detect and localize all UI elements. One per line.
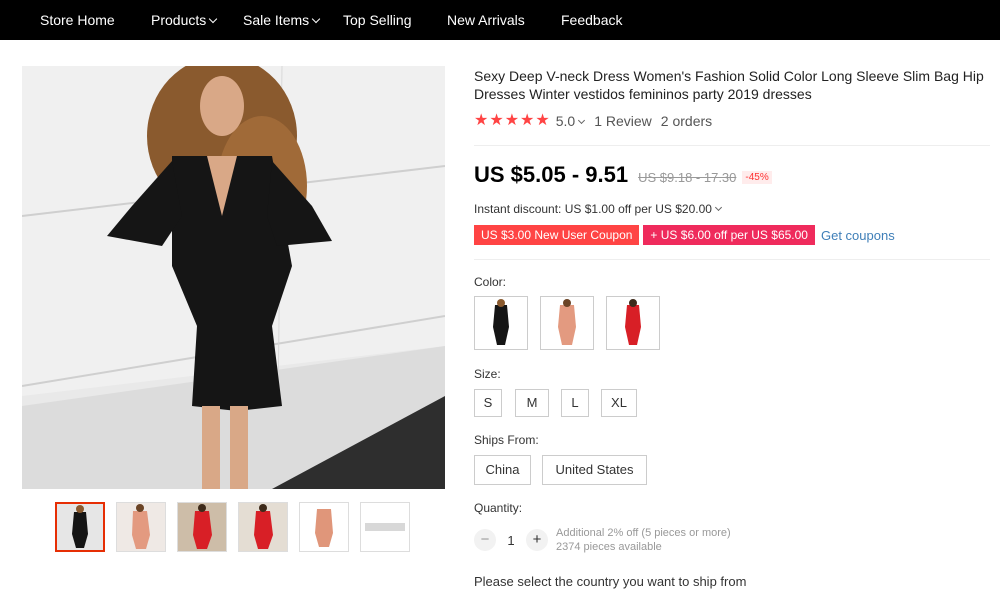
- size-label: Size:: [474, 367, 501, 381]
- quantity-decrease-button[interactable]: −: [474, 529, 496, 551]
- star-icon: ★: [535, 112, 550, 129]
- color-option-black[interactable]: [474, 296, 528, 350]
- nav-feedback[interactable]: Feedback: [561, 12, 622, 28]
- top-nav: Store Home Products Sale Items Top Selli…: [0, 0, 1000, 40]
- rating-value[interactable]: 5.0: [555, 113, 586, 129]
- nav-sale-items-label: Sale Items: [243, 12, 310, 28]
- nav-products-label: Products: [151, 12, 207, 28]
- new-user-coupon[interactable]: US $3.00 New User Coupon: [474, 225, 640, 245]
- nav-sale-items[interactable]: Sale Items: [243, 12, 321, 28]
- thumbnail-5[interactable]: [299, 502, 349, 552]
- star-icon: ★: [474, 112, 489, 129]
- product-photo: [22, 66, 445, 489]
- ships-from-label: Ships From:: [474, 433, 539, 447]
- color-label: Color:: [474, 275, 507, 289]
- color-option-red[interactable]: [606, 296, 660, 350]
- store-coupon[interactable]: + US $6.00 off per US $65.00: [643, 225, 815, 245]
- chevron-down-icon: [311, 14, 321, 24]
- main-product-image[interactable]: [22, 66, 445, 489]
- star-icon: ★: [504, 112, 520, 129]
- size-option-l[interactable]: L: [561, 389, 589, 417]
- rating-stars: ★ ★ ★ ★ ★: [474, 113, 550, 129]
- thumbnail-1[interactable]: [55, 502, 105, 552]
- chevron-down-icon: [714, 203, 722, 212]
- quantity-increase-button[interactable]: +: [526, 529, 548, 551]
- available-stock-text: 2374 pieces available: [556, 541, 662, 553]
- discount-badge: -45%: [742, 171, 772, 184]
- thumbnail-3[interactable]: [177, 502, 227, 552]
- size-option-m[interactable]: M: [515, 389, 549, 417]
- ship-country-prompt: Please select the country you want to sh…: [474, 574, 747, 589]
- quantity-stepper: − 1 + Additional 2% off (5 pieces or mor…: [474, 526, 731, 554]
- size-option-xl[interactable]: XL: [601, 389, 637, 417]
- ships-from-united-states[interactable]: United States: [542, 455, 647, 485]
- nav-new-arrivals[interactable]: New Arrivals: [447, 12, 525, 28]
- thumbnail-4[interactable]: [238, 502, 288, 552]
- ships-from-china[interactable]: China: [474, 455, 531, 485]
- quantity-label: Quantity:: [474, 501, 523, 515]
- reviews-link[interactable]: 1 Review: [594, 113, 652, 129]
- product-title: Sexy Deep V-neck Dress Women's Fashion S…: [474, 68, 984, 102]
- divider: [474, 259, 990, 260]
- nav-store-home[interactable]: Store Home: [40, 12, 115, 28]
- nav-top-selling[interactable]: Top Selling: [343, 12, 412, 28]
- chevron-down-icon: [578, 116, 586, 125]
- price: US $5.05 - 9.51: [474, 162, 629, 187]
- rating-value-text: 5.0: [555, 113, 576, 129]
- additional-discount-text: Additional 2% off (5 pieces or more): [556, 527, 731, 539]
- instant-discount-text: Instant discount: US $1.00 off per US $2…: [474, 202, 712, 216]
- quantity-info: Additional 2% off (5 pieces or more) 237…: [556, 526, 731, 554]
- price-row: US $5.05 - 9.51 US $9.18 - 17.30 -45%: [474, 162, 772, 188]
- orders-count: 2 orders: [660, 113, 713, 129]
- instant-discount[interactable]: Instant discount: US $1.00 off per US $2…: [474, 202, 722, 216]
- coupon-row: US $3.00 New User Coupon + US $6.00 off …: [474, 225, 895, 245]
- divider: [474, 145, 990, 146]
- rating-row: ★ ★ ★ ★ ★ 5.0 1 Review 2 orders: [474, 112, 712, 130]
- thumbnail-6[interactable]: [360, 502, 410, 552]
- thumbnail-2[interactable]: [116, 502, 166, 552]
- get-coupons-link[interactable]: Get coupons: [821, 228, 895, 243]
- original-price: US $9.18 - 17.30: [638, 170, 737, 185]
- color-option-pink[interactable]: [540, 296, 594, 350]
- quantity-input[interactable]: 1: [496, 533, 526, 548]
- nav-products[interactable]: Products: [151, 12, 218, 28]
- star-icon: ★: [489, 112, 504, 129]
- star-icon: ★: [520, 112, 535, 129]
- chevron-down-icon: [209, 14, 218, 24]
- size-option-s[interactable]: S: [474, 389, 502, 417]
